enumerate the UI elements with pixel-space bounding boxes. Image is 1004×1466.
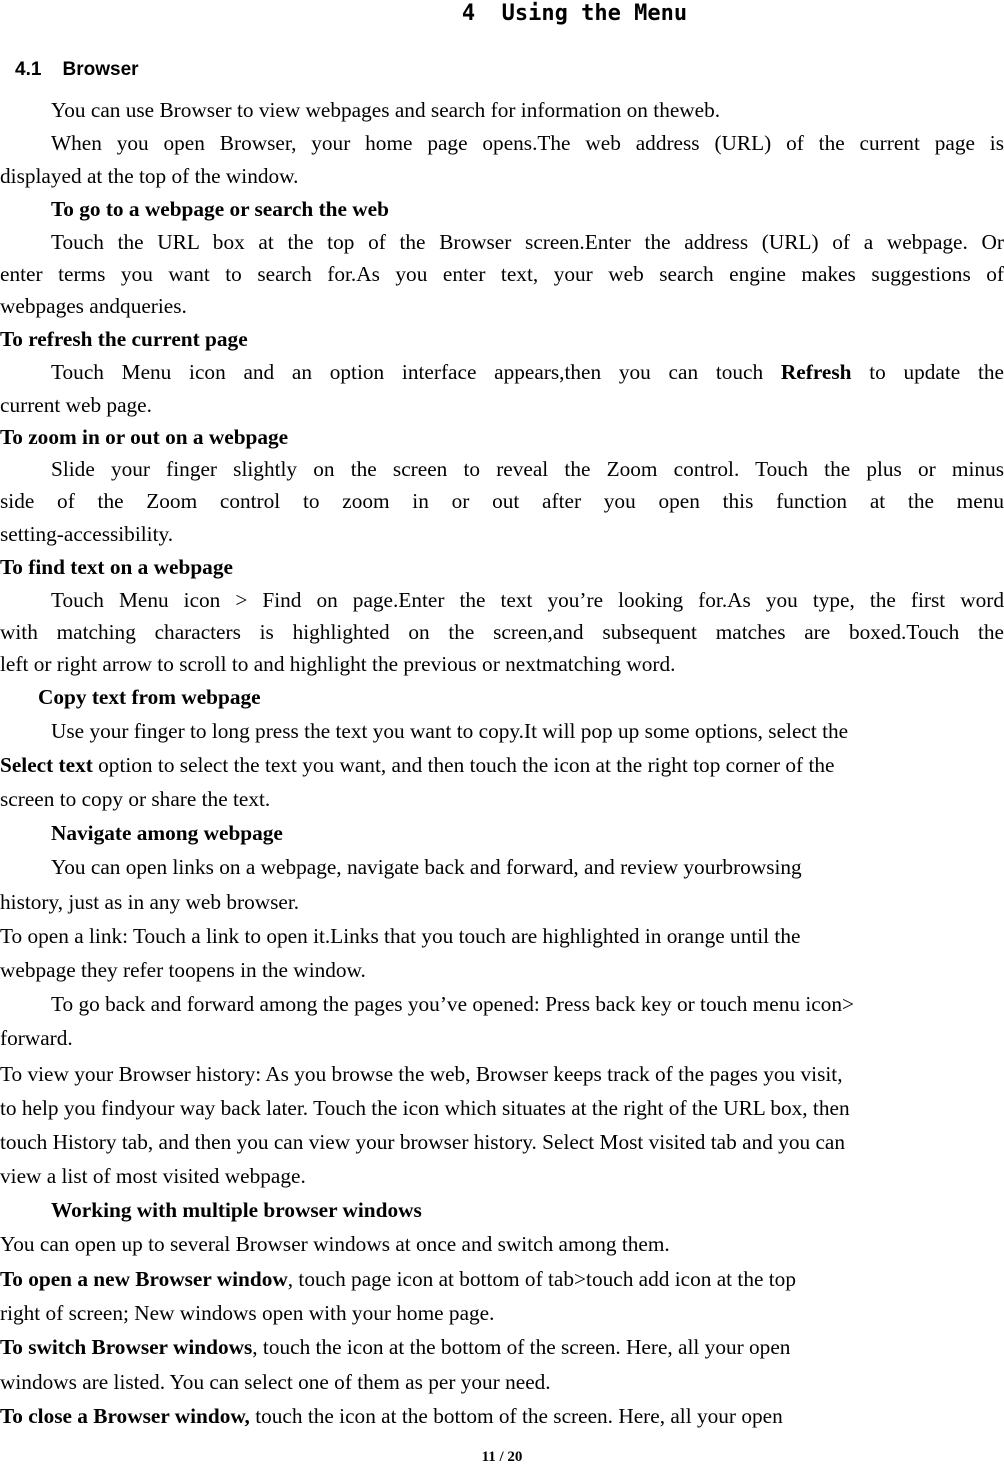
paragraph-line: setting-accessibility. — [0, 521, 1004, 547]
text-run: current web page. — [0, 393, 152, 417]
subheading: Copy text from webpage — [0, 684, 1004, 710]
text-run: forward. — [0, 1026, 73, 1050]
paragraph-line: current web page. — [0, 392, 1004, 418]
paragraph-line: screen to copy or share the text. — [0, 786, 1004, 812]
text-run: webpages andqueries. — [0, 294, 187, 318]
bold-text: To refresh the current page — [0, 327, 248, 351]
subheading: To find text on a webpage — [0, 554, 1004, 580]
text-run: , touch the icon at the bottom of the sc… — [252, 1335, 791, 1359]
text-run: To open a link: Touch a link to open it.… — [0, 924, 801, 948]
text-run: touch History tab, and then you can view… — [0, 1130, 845, 1154]
text-run: Touch Menu icon > Find on page.Enter the… — [51, 588, 1004, 612]
text-run: side of the Zoom control to zoom in or o… — [0, 489, 1004, 513]
text-run: Touch Menu icon and an option interface … — [51, 360, 781, 384]
bold-text: Navigate among webpage — [51, 821, 283, 845]
paragraph-line: webpage they refer toopens in the window… — [0, 957, 1004, 983]
paragraph-line: Use your finger to long press the text y… — [0, 718, 1004, 744]
page-number: 11 / 20 — [481, 1449, 523, 1465]
paragraph-line: When you open Browser, your home page op… — [0, 130, 1004, 156]
text-run: webpage they refer toopens in the window… — [0, 958, 366, 982]
paragraph-line: To open a new Browser window, touch page… — [0, 1266, 1004, 1292]
text-run: view a list of most visited webpage. — [0, 1164, 306, 1188]
bold-text: To close a Browser window, — [0, 1404, 250, 1428]
paragraph-line: To switch Browser windows, touch the ico… — [0, 1334, 1004, 1360]
bold-text: To zoom in or out on a webpage — [0, 425, 289, 449]
text-run: To view your Browser history: As you bro… — [0, 1062, 843, 1086]
paragraph-line: Slide your finger slightly on the screen… — [0, 456, 1004, 482]
text-run: You can use Browser to view webpages and… — [51, 98, 721, 122]
paragraph-line: left or right arrow to scroll to and hig… — [0, 651, 1004, 677]
text-run: right of screen; New windows open with y… — [0, 1301, 495, 1325]
paragraph-line: You can open up to several Browser windo… — [0, 1231, 1004, 1257]
paragraph-line: with matching characters is highlighted … — [0, 619, 1004, 645]
text-run: You can open links on a webpage, navigat… — [51, 855, 802, 879]
paragraph-line: view a list of most visited webpage. — [0, 1163, 1004, 1189]
text-run: When you open Browser, your home page op… — [51, 131, 1004, 155]
text-run: You can open up to several Browser windo… — [0, 1232, 670, 1256]
chapter-number: 4 — [461, 1, 476, 26]
chapter-title: 4 Using the Menu — [0, 0, 1004, 28]
paragraph-line: touch History tab, and then you can view… — [0, 1129, 1004, 1155]
bold-text: To switch Browser windows — [0, 1335, 253, 1359]
section-heading: 4.1 Browser — [15, 58, 139, 82]
paragraph-line: To close a Browser window, touch the ico… — [0, 1403, 1004, 1429]
text-run: left or right arrow to scroll to and hig… — [0, 652, 676, 676]
subheading: To go to a webpage or search the web — [0, 196, 1004, 222]
bold-text: Working with multiple browser windows — [51, 1198, 422, 1222]
paragraph-line: Touch Menu icon and an option interface … — [0, 359, 1004, 385]
bold-text: Select text — [0, 753, 93, 777]
paragraph-line: to help you findyour way back later. Tou… — [0, 1095, 1004, 1121]
paragraph-line: To view your Browser history: As you bro… — [0, 1061, 1004, 1087]
paragraph-line: webpages andqueries. — [0, 293, 1004, 319]
paragraph-line: To go back and forward among the pages y… — [0, 991, 1004, 1017]
bold-text: To go to a webpage or search the web — [51, 197, 389, 221]
paragraph-line: Touch Menu icon > Find on page.Enter the… — [0, 587, 1004, 613]
paragraph-line: Touch the URL box at the top of the Brow… — [0, 229, 1004, 255]
subheading: To refresh the current page — [0, 326, 1004, 352]
paragraph-line: You can use Browser to view webpages and… — [0, 97, 1004, 123]
text-run: screen to copy or share the text. — [0, 787, 271, 811]
paragraph-line: right of screen; New windows open with y… — [0, 1300, 1004, 1326]
text-run: Touch the URL box at the top of the Brow… — [51, 230, 1004, 254]
text-run: setting-accessibility. — [0, 522, 174, 546]
paragraph-line: displayed at the top of the window. — [0, 163, 1004, 189]
text-run: Slide your finger slightly on the screen… — [51, 457, 1004, 481]
subheading: Navigate among webpage — [0, 820, 1004, 846]
text-run: to update the — [851, 360, 1004, 384]
bold-text: To open a new Browser window — [0, 1267, 288, 1291]
chapter-title-text: Using the Menu — [501, 1, 688, 26]
paragraph-line: You can open links on a webpage, navigat… — [0, 854, 1004, 880]
subheading: To zoom in or out on a webpage — [0, 424, 1004, 450]
text-run: To go back and forward among the pages y… — [51, 992, 855, 1016]
text-run: touch the icon at the bottom of the scre… — [249, 1404, 783, 1428]
text-run: , touch page icon at bottom of tab>touch… — [287, 1267, 796, 1291]
text-run: to help you findyour way back later. Tou… — [0, 1096, 850, 1120]
text-run: windows are listed. You can select one o… — [0, 1370, 551, 1394]
text-run: with matching characters is highlighted … — [0, 620, 1004, 644]
text-run: Use your finger to long press the text y… — [51, 719, 849, 743]
bold-text: Refresh — [780, 360, 852, 384]
paragraph-line: To open a link: Touch a link to open it.… — [0, 923, 1004, 949]
text-run: option to select the text you want, and … — [92, 753, 835, 777]
paragraph-line: side of the Zoom control to zoom in or o… — [0, 488, 1004, 514]
bold-text: To find text on a webpage — [0, 555, 233, 579]
text-run: displayed at the top of the window. — [0, 164, 299, 188]
text-run: history, just as in any web browser. — [0, 890, 300, 914]
text-run: enter terms you want to search for.As yo… — [0, 262, 1004, 286]
paragraph-line: enter terms you want to search for.As yo… — [0, 261, 1004, 287]
paragraph-line: Select text option to select the text yo… — [0, 752, 1004, 778]
paragraph-line: windows are listed. You can select one o… — [0, 1369, 1004, 1395]
section-number: 4.1 — [15, 59, 42, 80]
paragraph-line: history, just as in any web browser. — [0, 889, 1004, 915]
section-title: Browser — [62, 59, 139, 80]
bold-text: Copy text from webpage — [38, 685, 261, 709]
subheading: Working with multiple browser windows — [0, 1197, 1004, 1223]
paragraph-line: forward. — [0, 1025, 1004, 1051]
